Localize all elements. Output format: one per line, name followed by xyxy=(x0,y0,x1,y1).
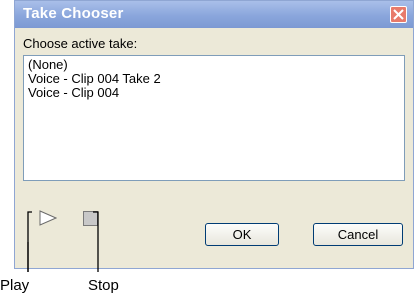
callout-lines xyxy=(27,211,99,272)
play-callout-label: Play xyxy=(0,277,30,294)
stop-callout-label: Stop xyxy=(88,277,119,294)
